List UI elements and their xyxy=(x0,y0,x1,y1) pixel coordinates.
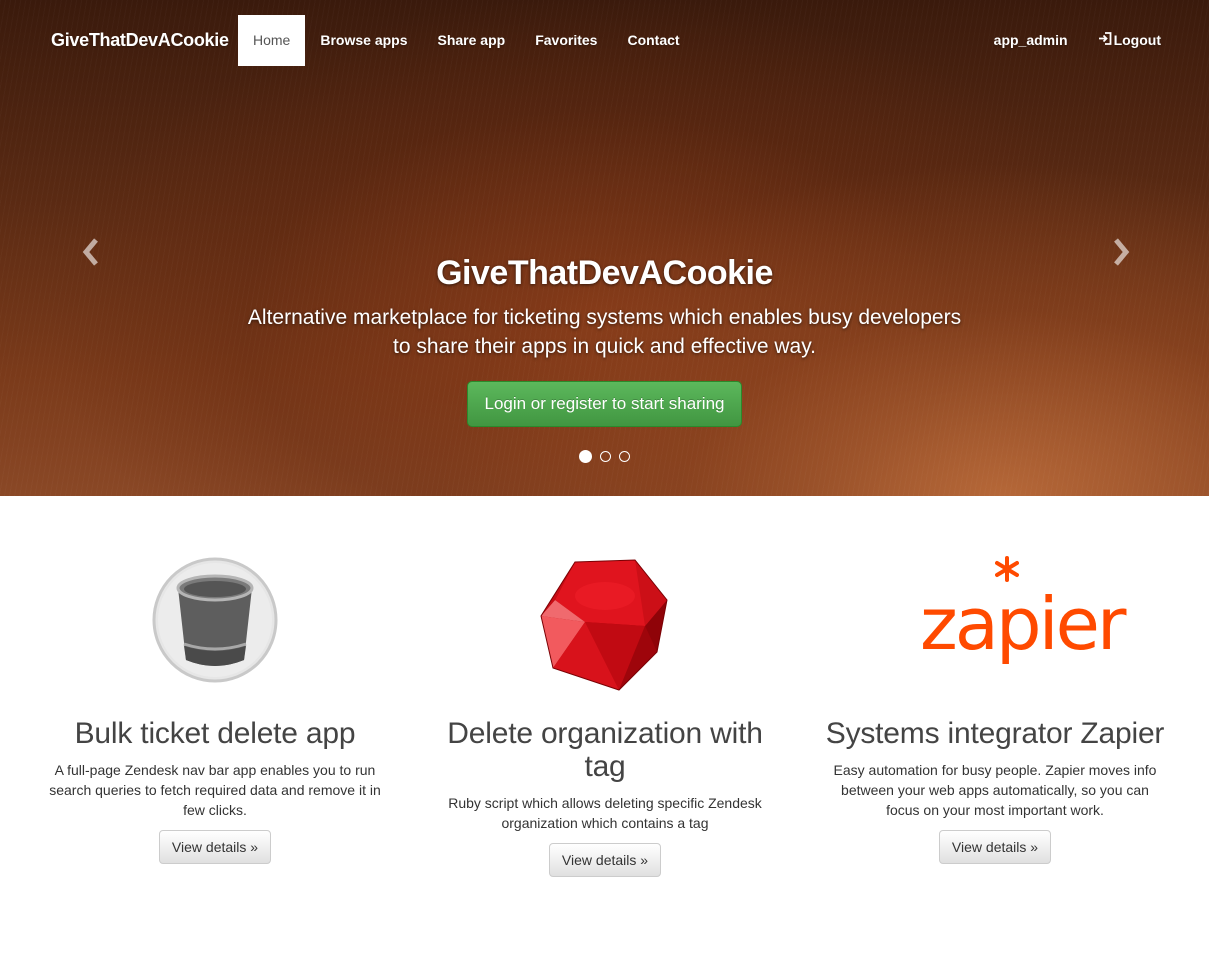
user-nav: app_admin Logout xyxy=(979,15,1176,66)
feature-card-bulk-delete: Bulk ticket delete app A full-page Zende… xyxy=(35,556,395,864)
main-nav: Home Browse apps Share app Favorites Con… xyxy=(238,15,695,66)
zapier-asterisk-icon xyxy=(995,556,1019,582)
feature-description: A full-page Zendesk nav bar app enables … xyxy=(49,762,381,818)
feature-card-delete-organization: Delete organization with tag Ruby script… xyxy=(425,556,785,877)
user-account-link[interactable]: app_admin xyxy=(979,15,1083,66)
carousel-indicators xyxy=(0,448,1209,466)
view-details-button[interactable]: View details » xyxy=(548,843,662,877)
nav-item-browse-apps[interactable]: Browse apps xyxy=(305,15,422,66)
logout-link[interactable]: Logout xyxy=(1083,15,1176,66)
feature-title: Bulk ticket delete app xyxy=(74,717,356,750)
hero-title: GiveThatDevACookie xyxy=(436,254,773,292)
carousel-indicator-1[interactable] xyxy=(578,450,592,464)
carousel-caption: GiveThatDevACookie Alternative marketpla… xyxy=(0,252,1209,427)
view-details-button[interactable]: View details » xyxy=(158,830,272,864)
feature-card-zapier: zapier Systems integrator Zapier Easy au… xyxy=(815,556,1175,864)
nav-item-home[interactable]: Home xyxy=(238,15,306,66)
hero-carousel: GiveThatDevACookie Home Browse apps Shar… xyxy=(0,0,1209,496)
feature-title: Systems integrator Zapier xyxy=(825,717,1165,750)
carousel-indicator-3[interactable] xyxy=(619,451,631,463)
feature-description: Easy automation for busy people. Zapier … xyxy=(833,762,1157,818)
featured-apps: Bulk ticket delete app A full-page Zende… xyxy=(0,496,1209,971)
trash-can-icon xyxy=(152,557,278,683)
hero-tagline-line1: Alternative marketplace for ticketing sy… xyxy=(247,306,962,329)
view-details-button[interactable]: View details » xyxy=(938,830,1052,864)
logout-label: Logout xyxy=(1113,32,1161,48)
carousel-indicator-2[interactable] xyxy=(600,451,611,463)
feature-image xyxy=(425,556,785,696)
nav-item-favorites[interactable]: Favorites xyxy=(520,15,612,66)
feature-description: Ruby script which allows deleting specif… xyxy=(448,795,762,831)
zapier-wordmark: zapier xyxy=(920,582,1127,666)
logout-icon xyxy=(1098,15,1112,66)
feature-title: Delete organization with tag xyxy=(447,717,763,783)
zapier-logo: zapier xyxy=(920,556,1127,696)
top-navbar: GiveThatDevACookie Home Browse apps Shar… xyxy=(0,15,1209,66)
brand-link[interactable]: GiveThatDevACookie xyxy=(51,15,229,66)
ruby-gem-icon xyxy=(540,559,668,691)
nav-item-contact[interactable]: Contact xyxy=(612,15,694,66)
hero-tagline: Alternative marketplace for ticketing sy… xyxy=(0,303,1209,361)
hero-tagline-line2: to share their apps in quick and effecti… xyxy=(393,335,816,358)
login-register-button[interactable]: Login or register to start sharing xyxy=(467,381,742,427)
feature-image xyxy=(35,556,395,696)
nav-item-share-app[interactable]: Share app xyxy=(423,15,521,66)
feature-image: zapier xyxy=(815,556,1175,696)
